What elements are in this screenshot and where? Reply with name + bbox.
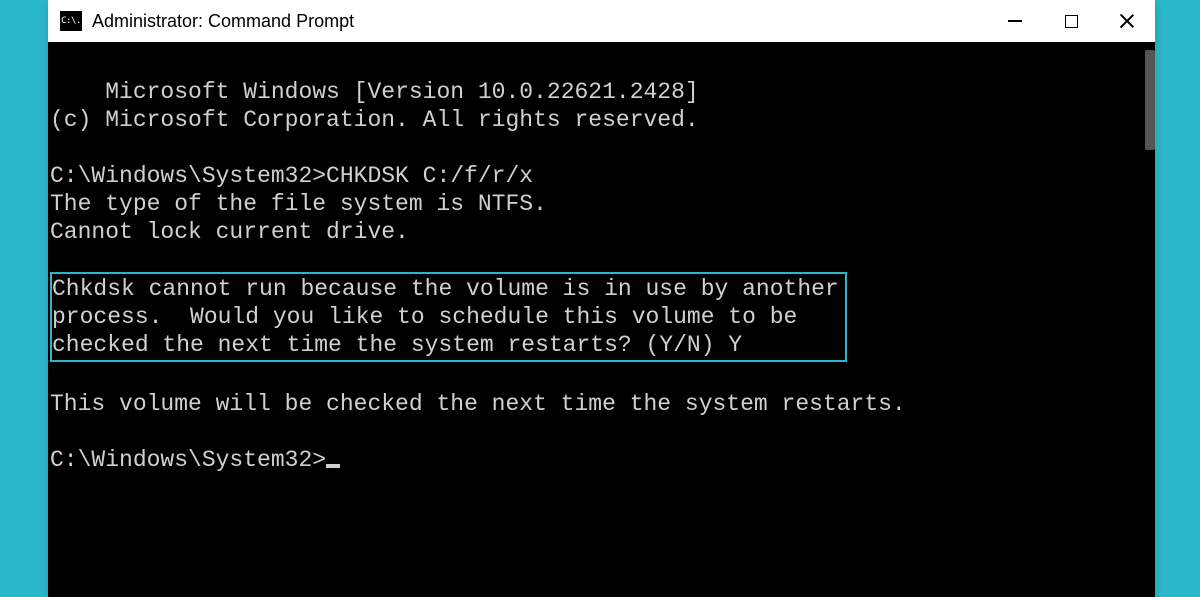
window-title: Administrator: Command Prompt — [92, 11, 987, 32]
command-prompt-window: C:\. Administrator: Command Prompt Micro… — [48, 0, 1155, 597]
cursor — [326, 464, 340, 468]
scrollbar-thumb[interactable] — [1145, 50, 1155, 150]
window-controls — [987, 0, 1155, 42]
terminal-line: process. Would you like to schedule this… — [52, 303, 839, 331]
close-button[interactable] — [1099, 0, 1155, 42]
terminal-line: C:\Windows\System32>CHKDSK C:/f/r/x — [50, 163, 533, 189]
terminal-prompt: C:\Windows\System32> — [50, 447, 326, 473]
terminal-area[interactable]: Microsoft Windows [Version 10.0.22621.24… — [48, 42, 1155, 597]
minimize-icon — [1008, 20, 1022, 22]
terminal-line: Cannot lock current drive. — [50, 219, 409, 245]
maximize-icon — [1065, 15, 1078, 28]
titlebar[interactable]: C:\. Administrator: Command Prompt — [48, 0, 1155, 42]
close-icon — [1119, 13, 1135, 29]
terminal-line: The type of the file system is NTFS. — [50, 191, 547, 217]
terminal-line: Chkdsk cannot run because the volume is … — [52, 275, 839, 303]
terminal-line: checked the next time the system restart… — [52, 331, 839, 359]
terminal-line: This volume will be checked the next tim… — [50, 391, 906, 417]
terminal-line: (c) Microsoft Corporation. All rights re… — [50, 107, 699, 133]
terminal-line: Microsoft Windows [Version 10.0.22621.24… — [105, 79, 699, 105]
highlighted-output: Chkdsk cannot run because the volume is … — [50, 272, 847, 361]
cmd-icon: C:\. — [60, 11, 82, 31]
maximize-button[interactable] — [1043, 0, 1099, 42]
minimize-button[interactable] — [987, 0, 1043, 42]
